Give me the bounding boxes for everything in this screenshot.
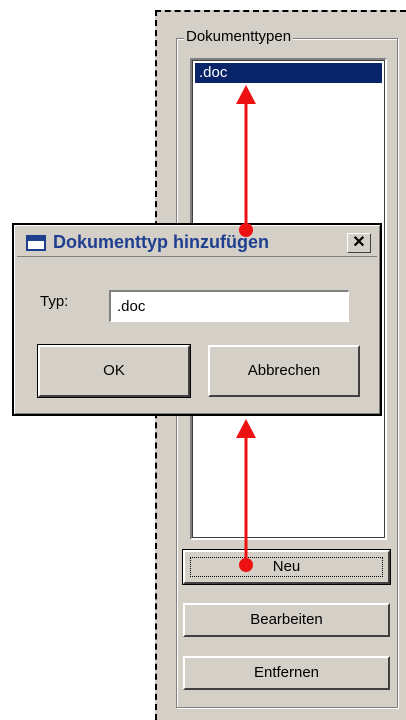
close-icon[interactable]: ✕ xyxy=(347,233,371,253)
cancel-button[interactable]: Abbrechen xyxy=(208,345,360,397)
ok-button[interactable]: OK xyxy=(37,344,191,398)
group-title: Dokumenttypen xyxy=(184,28,294,45)
type-input[interactable] xyxy=(109,290,349,322)
type-label: Typ: xyxy=(40,293,69,310)
list-item[interactable]: .doc xyxy=(195,63,382,83)
window-icon xyxy=(26,235,46,251)
new-button[interactable]: Neu xyxy=(182,549,391,585)
add-document-type-dialog: Dokumenttyp hinzufügen ✕ Typ: OK Abbrech… xyxy=(12,223,382,416)
edit-button[interactable]: Bearbeiten xyxy=(183,603,390,637)
remove-button[interactable]: Entfernen xyxy=(183,656,390,690)
dialog-titlebar[interactable]: Dokumenttyp hinzufügen ✕ xyxy=(17,228,377,257)
dialog-title: Dokumenttyp hinzufügen xyxy=(53,232,269,252)
